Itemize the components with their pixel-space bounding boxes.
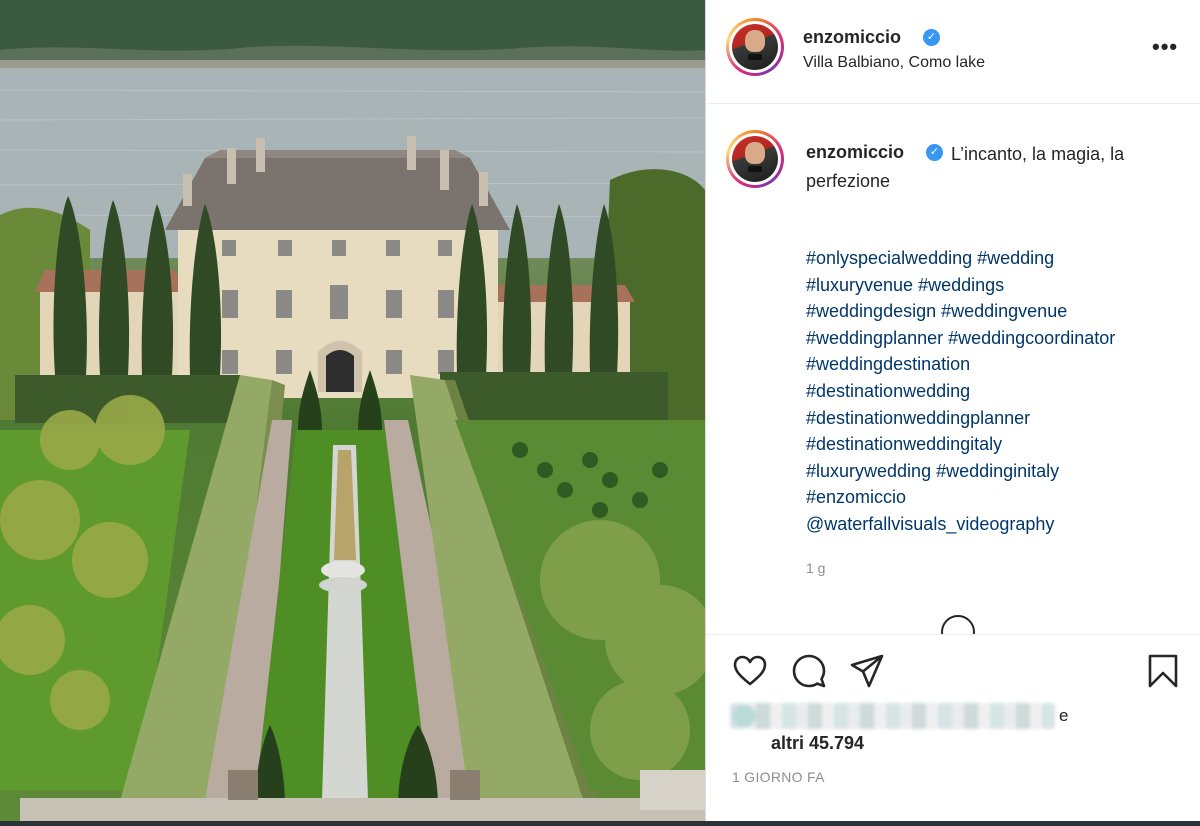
header-username[interactable]: enzomiccio [803, 27, 901, 48]
avatar-photo [732, 136, 778, 182]
post-location[interactable]: Villa Balbiano, Como lake [803, 54, 985, 72]
more-options-icon[interactable]: ••• [1152, 36, 1178, 58]
hashtag-link[interactable]: #luxuryvenue #weddings [806, 272, 1196, 299]
mention-link[interactable]: @waterfallvisuals_videography [806, 511, 1196, 538]
hashtag-list: #onlyspecialwedding #wedding #luxuryvenu… [806, 245, 1196, 538]
avatar-photo [732, 24, 778, 70]
post-side-panel: enzomiccio ✓ Villa Balbiano, Como lake •… [705, 0, 1200, 821]
hashtag-link[interactable]: #weddingplanner #weddingcoordinator [806, 325, 1196, 352]
like-heart-icon[interactable] [732, 653, 768, 689]
caption-time: 1 g [806, 560, 826, 576]
post-header: enzomiccio ✓ Villa Balbiano, Como lake •… [706, 0, 1200, 104]
caption-avatar[interactable] [726, 130, 784, 188]
hashtag-link[interactable]: #destinationweddingitaly [806, 431, 1196, 458]
post-caption: enzomiccio ✓ L’incanto, la magia, la per… [706, 104, 1200, 649]
post-photo[interactable] [0, 0, 705, 826]
hashtag-link[interactable]: #luxurywedding #weddinginitaly [806, 458, 1196, 485]
hashtag-link[interactable]: #destinationwedding [806, 378, 1196, 405]
save-bookmark-icon[interactable] [1145, 653, 1181, 689]
hashtag-link[interactable]: #destinationweddingplanner [806, 405, 1196, 432]
hashtag-link[interactable]: #enzomiccio [806, 484, 1196, 511]
share-paper-plane-icon[interactable] [849, 653, 885, 689]
post-actions: e altri 45.794 1 GIORNO FA [706, 634, 1200, 821]
hashtag-link[interactable]: #weddingdesign #weddingvenue [806, 298, 1196, 325]
liked-by-users-blurred[interactable] [730, 703, 1055, 729]
verified-badge-icon: ✓ [923, 29, 940, 46]
post-timestamp[interactable]: 1 GIORNO FA [732, 769, 825, 785]
hashtag-link[interactable]: #onlyspecialwedding #wedding [806, 245, 1196, 272]
window-bottom-edge [0, 821, 1200, 826]
caption-text: L’incanto, la magia, la perfezione [806, 144, 1125, 191]
comment-bubble-icon[interactable] [791, 653, 827, 689]
likes-conjunction: e [1059, 706, 1069, 725]
hashtag-link[interactable]: #weddingdestination [806, 351, 1196, 378]
likes-count-link[interactable]: altri 45.794 [771, 733, 864, 754]
profile-avatar[interactable] [726, 18, 784, 76]
villa-photo-illustration [0, 0, 705, 826]
